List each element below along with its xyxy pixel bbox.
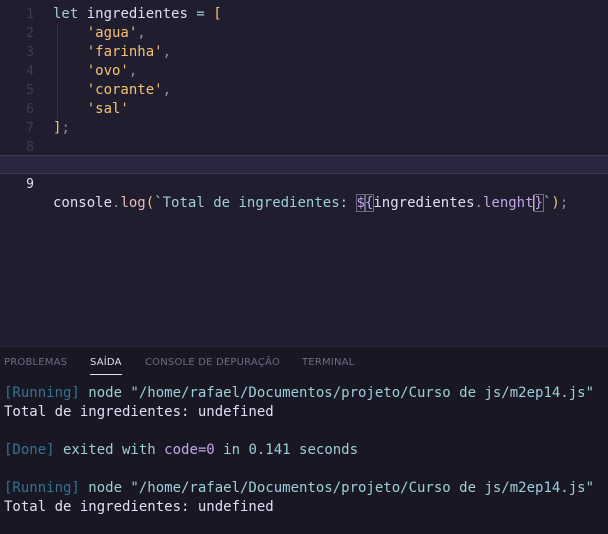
done-text: exited with <box>54 442 165 458</box>
output-result: Total de ingredientes: undefined <box>4 404 274 420</box>
paren-close: ) <box>551 195 560 211</box>
line-number: 2 <box>26 26 34 41</box>
code-token: = <box>196 6 205 22</box>
run-command: node "/home/rafael/Documentos/projeto/Cu… <box>79 480 595 496</box>
exit-code: code=0 <box>164 442 215 458</box>
code-token: , <box>137 25 146 41</box>
code-line-5[interactable]: 5 'corante', <box>0 81 608 100</box>
output-panel: PROBLEMAS SAÍDA CONSOLE DE DEPURAÇÃO TER… <box>0 346 608 534</box>
interp-dollar: $ <box>355 194 366 212</box>
running-tag: [Running] <box>4 385 80 401</box>
code-token: 'corante' <box>86 82 163 98</box>
code-token: 'ovo' <box>86 63 129 79</box>
tab-terminal[interactable]: TERMINAL <box>302 357 354 368</box>
template-text: Total de ingredientes: <box>162 195 357 211</box>
code-token: , <box>162 44 172 60</box>
done-text: seconds <box>290 442 359 458</box>
output-result: Total de ingredientes: undefined <box>4 499 274 515</box>
dot: . <box>474 195 483 211</box>
line-number: 4 <box>26 64 34 79</box>
line-code[interactable]: 'farinha', <box>53 43 171 62</box>
line-code[interactable]: let ingredientes = [ <box>53 5 222 24</box>
code-token: [ <box>213 6 222 22</box>
code-token: 'farinha' <box>86 44 163 60</box>
semicolon: ; <box>559 195 569 211</box>
interp-brace-close: } <box>533 194 545 212</box>
lenght-property: lenght <box>482 195 534 211</box>
code-editor[interactable]: 1 let ingredientes = [2 'agua', 3 'farinha… <box>0 0 608 346</box>
line-code[interactable]: 'agua', <box>53 24 146 43</box>
panel-tabs: PROBLEMAS SAÍDA CONSOLE DE DEPURAÇÃO TER… <box>0 347 608 381</box>
code-line-3[interactable]: 3 'farinha', <box>0 43 608 62</box>
run-command: node "/home/rafael/Documentos/projeto/Cu… <box>79 385 595 401</box>
code-token: , <box>128 63 138 79</box>
code-token: let <box>53 6 79 22</box>
running-tag: [Running] <box>4 480 80 496</box>
line-number: 9 <box>26 177 34 192</box>
code-line-7[interactable]: 7]; <box>0 119 608 138</box>
tab-saida[interactable]: SAÍDA <box>90 357 122 368</box>
code-line-4[interactable]: 4 'ovo', <box>0 62 608 81</box>
tab-problemas[interactable]: PROBLEMAS <box>4 357 67 368</box>
line-code[interactable]: 'corante', <box>53 81 171 100</box>
done-text: in <box>214 442 249 458</box>
paren-open: ( <box>145 195 155 211</box>
log-method: log <box>120 195 146 211</box>
line-code[interactable]: ]; <box>53 119 70 138</box>
elapsed-time: 0.141 <box>248 442 291 458</box>
code-token: 'sal' <box>86 101 129 117</box>
code-token: 'agua' <box>86 25 138 41</box>
line-number: 3 <box>26 45 34 60</box>
line-number: 5 <box>26 83 34 98</box>
code-line-9[interactable]: 9 console.log(`Total de ingredientes: ${… <box>0 155 608 212</box>
console-object: console <box>53 195 113 211</box>
line-number: 6 <box>26 102 34 117</box>
line-number: 7 <box>26 121 34 136</box>
code-token: ; <box>61 120 70 136</box>
code-line-6[interactable]: 6 'sal' <box>0 100 608 119</box>
line-code[interactable]: 'ovo', <box>53 62 138 81</box>
code-token: , <box>162 82 172 98</box>
output-line: [Running] node "/home/rafael/Documentos/… <box>4 384 594 403</box>
line-9-code[interactable]: console.log(`Total de ingredientes: ${in… <box>53 194 568 213</box>
code-line-1[interactable]: 1 let ingredientes = [ <box>0 5 608 24</box>
tab-saida-underline <box>90 374 122 375</box>
done-tag: [Done] <box>4 442 55 458</box>
ingredientes-ref: ingredientes <box>373 195 475 211</box>
output-line: [Done] exited with code=0 in 0.141 secon… <box>4 441 358 460</box>
line-number: 1 <box>26 7 34 22</box>
code-token: ingredientes <box>78 6 197 22</box>
backtick-open: ` <box>154 195 163 211</box>
line-code[interactable]: 'sal' <box>53 100 129 119</box>
tab-console-depuracao[interactable]: CONSOLE DE DEPURAÇÃO <box>145 357 280 368</box>
code-line-2[interactable]: 2 'agua', <box>0 24 608 43</box>
output-line: [Running] node "/home/rafael/Documentos/… <box>4 479 594 498</box>
